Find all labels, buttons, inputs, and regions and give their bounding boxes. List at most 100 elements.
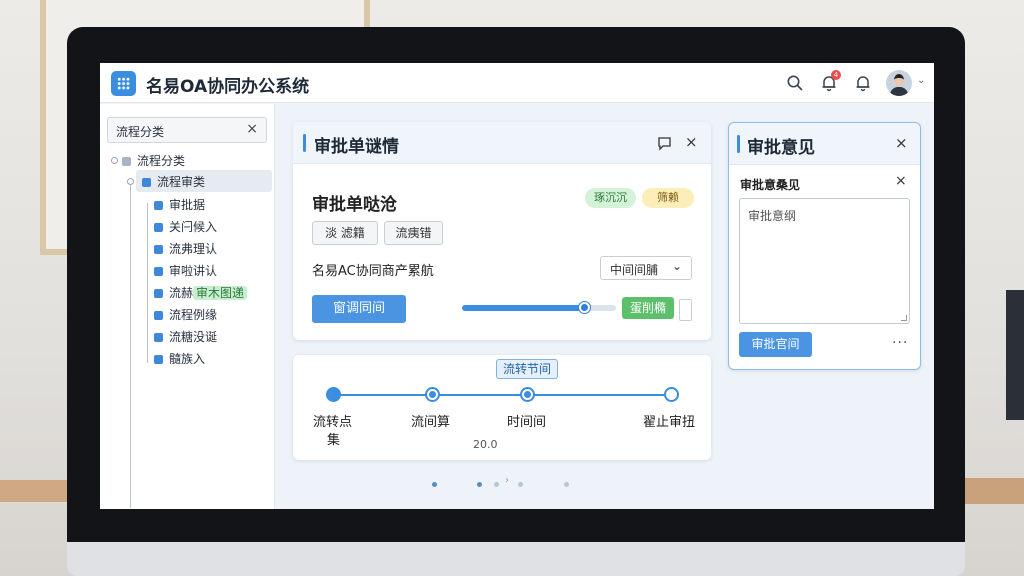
timeline-step-4-label: 翟止审扭 <box>643 415 696 430</box>
tree-node-label: 流程例缘 <box>169 308 218 322</box>
pager-dot[interactable] <box>518 482 523 487</box>
item-icon <box>154 311 163 320</box>
detail-subtitle: 审批单哒沧 <box>312 195 397 215</box>
tree-node-label: 审批据 <box>169 198 206 212</box>
submit-opinion-button[interactable]: 审批官间 <box>739 332 812 357</box>
slider-handle[interactable] <box>579 302 591 313</box>
confirm-button[interactable]: 蛋削橢 <box>622 297 674 319</box>
tree-node-label: 流赫 <box>169 286 194 300</box>
tree-node-label: 髓族入 <box>169 352 206 366</box>
card-header: 审批单谜情 × <box>293 122 711 164</box>
tag-button-2[interactable]: 流痍错 <box>384 221 443 245</box>
item-icon <box>154 245 163 254</box>
flow-timeline-card: 流转节间 流转点 集 流间算 时间间 翟止审扭 20.0 <box>293 355 711 460</box>
header-accent <box>737 135 740 153</box>
timeline-step-1-label-2: 集 <box>327 433 341 448</box>
tree-node[interactable]: 流弗理认 <box>154 240 217 257</box>
folder-icon <box>142 178 151 187</box>
status-badge-yellow: 筛赖 <box>642 188 694 208</box>
side-toggle[interactable] <box>679 299 692 321</box>
monitor-chin <box>67 542 965 576</box>
textarea-value: 审批意纲 <box>748 209 797 223</box>
resize-handle-icon[interactable] <box>901 315 907 321</box>
item-icon <box>154 201 163 210</box>
card-title: 审批单谜情 <box>314 137 399 157</box>
timeline-label: 流转节间 <box>496 359 559 379</box>
opinion-subtitle: 审批意桑见 <box>740 178 801 192</box>
sidebar: 流程分类 × 流程分类 流程审类 审批据 关闩候入 流弗理认 审啦讲认 流赫 审木… <box>100 104 275 509</box>
chevron-down-icon[interactable]: ⌄ <box>917 75 925 86</box>
tree-connector <box>130 182 131 508</box>
item-icon <box>154 267 163 276</box>
tree-root[interactable]: 流程分类 <box>122 152 185 169</box>
tree-connector-sub <box>147 203 148 363</box>
timeline-step-3[interactable] <box>520 387 535 402</box>
tree-toggle[interactable] <box>111 157 118 164</box>
right-object <box>1006 290 1024 420</box>
pager-dot[interactable] <box>494 482 499 487</box>
tree-node[interactable]: 流赫 审木图递 <box>154 284 248 301</box>
tree-node-label: 关闩候入 <box>169 220 218 234</box>
progress-slider[interactable] <box>462 302 616 313</box>
pager-dot[interactable] <box>477 482 482 487</box>
timeline-value: 20.0 <box>473 438 498 451</box>
header-accent <box>303 134 306 152</box>
tree-node[interactable]: 流糖没诞 <box>154 328 217 345</box>
item-icon <box>154 289 163 298</box>
tree-node[interactable]: 关闩候入 <box>154 218 217 235</box>
timeline-line <box>333 394 671 396</box>
tree-toggle[interactable] <box>127 178 134 185</box>
tree-node-selected[interactable]: 流程审类 <box>136 170 272 192</box>
tree-node[interactable]: 审批据 <box>154 196 205 213</box>
category-filter-label: 流程分类 <box>116 125 165 139</box>
item-icon <box>154 223 163 232</box>
tree-node[interactable]: 审啦讲认 <box>154 262 217 279</box>
category-filter[interactable]: 流程分类 × <box>107 117 267 143</box>
app-title: 名易OA协同办公系统 <box>146 77 310 97</box>
card-header: 审批意见 × <box>729 123 920 165</box>
more-icon[interactable]: ··· <box>892 335 908 351</box>
grid-icon[interactable] <box>111 71 136 96</box>
timeline-step-3-label: 时间间 <box>507 415 547 430</box>
timeline-step-2-label: 流间算 <box>411 415 451 430</box>
close-icon[interactable]: × <box>895 134 908 152</box>
tag-button-1[interactable]: 淡 滤籍 <box>312 221 378 245</box>
tree-node-tag: 审木图递 <box>193 286 248 300</box>
item-icon <box>154 333 163 342</box>
chevron-right-icon[interactable]: › <box>505 475 509 486</box>
time-select[interactable]: 中间间脯 ⌄ <box>600 256 692 280</box>
status-badge-green: 琢沉沉 <box>585 188 636 208</box>
primary-action-button[interactable]: 窗调同间 <box>312 295 406 323</box>
tree-node-label: 审啦讲认 <box>169 264 218 278</box>
timeline-step-4[interactable] <box>664 387 679 402</box>
search-icon[interactable] <box>786 74 804 92</box>
close-icon[interactable]: × <box>246 121 258 137</box>
card-title: 审批意见 <box>747 138 815 158</box>
tree-node-label: 流糖没诞 <box>169 330 218 344</box>
close-icon[interactable]: × <box>895 173 907 189</box>
approval-opinion-card: 审批意见 × 审批意桑见 × 审批意纲 审批官间 ··· <box>728 122 921 370</box>
select-value: 中间间脯 <box>610 263 659 277</box>
tree-node[interactable]: 流程例缘 <box>154 306 217 323</box>
pager-dot[interactable] <box>432 482 437 487</box>
pager-dot[interactable] <box>564 482 569 487</box>
folder-icon <box>122 157 131 166</box>
tree-node-label: 流弗理认 <box>169 242 218 256</box>
close-icon[interactable]: × <box>685 133 698 151</box>
item-icon <box>154 355 163 364</box>
timeline-step-1-label: 流转点 <box>313 415 353 430</box>
timeline-step-2[interactable] <box>425 387 440 402</box>
comment-icon[interactable] <box>657 136 672 151</box>
user-avatar[interactable] <box>886 70 912 96</box>
slider-fill <box>462 305 586 311</box>
opinion-textarea[interactable]: 审批意纲 <box>739 198 910 324</box>
approval-detail-card: 审批单谜情 × 审批单哒沧 琢沉沉 筛赖 淡 滤籍 流痍错 名易AC协同商产累航… <box>293 122 711 340</box>
notification-icon[interactable] <box>854 74 872 92</box>
top-bar: 名易OA协同办公系统 4 ⌄ <box>100 63 934 103</box>
app-screen: 名易OA协同办公系统 4 ⌄ 流程分类 × 流程分类 流程审类 审批据 关闩候入… <box>100 63 934 509</box>
timeline-step-1[interactable] <box>326 387 341 402</box>
tree-node[interactable]: 髓族入 <box>154 350 205 367</box>
field-label: 名易AC协同商产累航 <box>312 264 434 279</box>
tree-node-label: 流程审类 <box>157 175 206 189</box>
chevron-down-icon: ⌄ <box>671 259 682 273</box>
